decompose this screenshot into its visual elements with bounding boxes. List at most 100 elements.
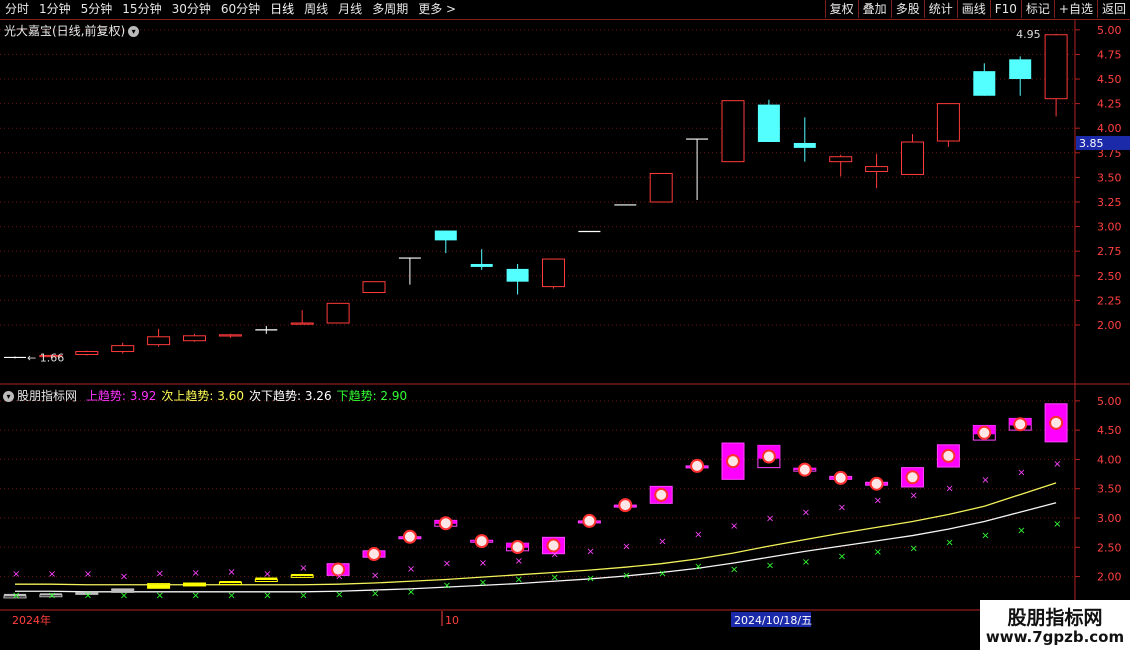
- tab-intraday[interactable]: 分时: [0, 0, 34, 19]
- lower-trend-mark: ×: [192, 590, 200, 601]
- upper-trend-mark: ×: [1017, 467, 1025, 478]
- upper-trend-mark: ×: [802, 508, 810, 519]
- candle-up: [290, 322, 314, 325]
- axis-label: 4.50: [1097, 73, 1122, 86]
- axis-label: 4.50: [1097, 424, 1122, 437]
- lower-trend-mark: ×: [838, 552, 846, 563]
- lower-trend-mark: ×: [945, 538, 953, 549]
- lower-trend-mark: ×: [551, 573, 559, 584]
- period-tabs: 分时 1分钟 5分钟 15分钟 30分钟 60分钟 日线 周线 月线 多周期 更多 >: [0, 0, 461, 19]
- upper-trend-mark: ×: [586, 546, 594, 557]
- watermark-logo: 股朋指标网 www.7gpzb.com: [980, 600, 1130, 650]
- indicator-value-1: 次上趋势: 3.60: [161, 389, 244, 403]
- second-lower-trend-line: [15, 502, 1057, 593]
- candle-up: [362, 281, 386, 294]
- lower-trend-mark: ×: [479, 577, 487, 588]
- indicator-bar: [219, 581, 242, 584]
- upper-trend-mark: ×: [874, 495, 882, 506]
- stock-title: 光大嘉宝(日线,前复权): [4, 24, 126, 38]
- upper-trend-mark: ×: [622, 542, 630, 553]
- lower-trend-mark: ×: [156, 590, 164, 601]
- chevron-down-icon[interactable]: ▾: [3, 391, 14, 402]
- lower-trend-mark: ×: [766, 560, 774, 571]
- axis-label: 4.75: [1097, 48, 1122, 61]
- statistics-button[interactable]: 统计: [923, 0, 957, 18]
- lower-trend-mark: ×: [515, 575, 523, 586]
- axis-label: 2.50: [1097, 541, 1122, 554]
- upper-trend-mark: ×: [981, 475, 989, 486]
- upper-trend-mark: ×: [910, 491, 918, 502]
- upper-trend-mark: ×: [299, 563, 307, 574]
- upper-trend-mark: ×: [694, 529, 702, 540]
- indicator-bar: [291, 573, 314, 576]
- max-price-label: 4.95: [1016, 28, 1041, 41]
- cursor-date-label: 2024/10/18/五: [734, 614, 812, 627]
- upper-trend-mark: ×: [335, 572, 343, 583]
- add-watchlist-button[interactable]: +自选: [1053, 0, 1097, 18]
- signal-ball-icon: [582, 513, 597, 528]
- axis-label: 3.00: [1097, 221, 1122, 234]
- lower-trend-mark: ×: [443, 580, 451, 591]
- back-button[interactable]: 返回: [1096, 0, 1130, 18]
- candle-up: [75, 351, 99, 355]
- candle-up: [147, 336, 171, 346]
- mark-button[interactable]: 标记: [1020, 0, 1054, 18]
- lower-trend-mark: ×: [407, 587, 415, 598]
- restore-rights-button[interactable]: 复权: [824, 0, 858, 18]
- tab-weekly[interactable]: 周线: [299, 0, 333, 19]
- candle-down: [793, 142, 816, 148]
- indicator-layer: × × × × × × × × × × × × × × × × × × × × × × × × × × × × × × × × × × × × × × × ×…: [3, 403, 1068, 601]
- upper-trend-mark: ×: [48, 569, 56, 580]
- top-toolbar: 分时 1分钟 5分钟 15分钟 30分钟 60分钟 日线 周线 月线 多周期 更多 > 复权 叠加 多股…: [0, 0, 1130, 20]
- axis-label: 2.25: [1097, 294, 1122, 307]
- lower-trend-mark: ×: [120, 590, 128, 601]
- candle-up: [542, 258, 565, 288]
- candle-down: [973, 71, 996, 96]
- upper-trend-mark: ×: [1053, 459, 1061, 470]
- kline-chart[interactable]: × × × × × × × × × × × × × × × × × × × × × × × × × × × × × × × × × × × × × × × ×…: [0, 20, 1130, 650]
- upper-trend-mark: ×: [12, 569, 20, 580]
- axis-label: 2.00: [1097, 319, 1122, 332]
- upper-trend-mark: ×: [120, 572, 128, 583]
- signal-ball-icon: [654, 487, 669, 502]
- current-price-label: 3.85: [1079, 137, 1104, 150]
- tab-more[interactable]: 更多 >: [413, 0, 461, 19]
- tab-5min[interactable]: 5分钟: [76, 0, 118, 19]
- lower-trend-mark: ×: [263, 590, 271, 601]
- lower-trend-mark: ×: [299, 590, 307, 601]
- upper-trend-mark: ×: [263, 569, 271, 580]
- draw-line-button[interactable]: 画线: [956, 0, 990, 18]
- tab-60min[interactable]: 60分钟: [216, 0, 265, 19]
- tab-monthly[interactable]: 月线: [333, 0, 367, 19]
- tab-15min[interactable]: 15分钟: [117, 0, 166, 19]
- lower-trend-mark: ×: [48, 590, 56, 601]
- candle-down: [434, 230, 457, 241]
- multi-stock-button[interactable]: 多股: [890, 0, 924, 18]
- upper-trend-mark: ×: [945, 484, 953, 495]
- lower-trend-mark: ×: [1053, 519, 1061, 530]
- tab-daily[interactable]: 日线: [265, 0, 299, 19]
- axis-label: 5.00: [1097, 395, 1122, 408]
- tab-30min[interactable]: 30分钟: [167, 0, 216, 19]
- f10-button[interactable]: F10: [989, 0, 1021, 18]
- upper-trend-mark: ×: [192, 568, 200, 579]
- lower-trend-mark: ×: [694, 562, 702, 573]
- candle-up: [326, 302, 350, 324]
- candle-down: [506, 268, 529, 282]
- signal-ball-icon: [438, 516, 453, 531]
- watermark-line1: 股朋指标网: [1007, 607, 1103, 629]
- lower-trend-mark: ×: [981, 531, 989, 542]
- signal-ball-icon: [869, 476, 884, 491]
- chevron-down-icon[interactable]: ▾: [128, 26, 140, 37]
- candle-up: [111, 345, 135, 353]
- tab-multi-period[interactable]: 多周期: [367, 0, 413, 19]
- tab-1min[interactable]: 1分钟: [34, 0, 76, 19]
- upper-trend-mark: ×: [84, 569, 92, 580]
- signal-ball-icon: [726, 454, 740, 469]
- axis-label: 3.50: [1097, 483, 1122, 496]
- signal-ball-icon: [761, 449, 776, 464]
- overlay-button[interactable]: 叠加: [857, 0, 891, 18]
- candle-up: [721, 100, 745, 163]
- lower-trend-mark: ×: [622, 570, 630, 581]
- axis-label: 4.00: [1097, 453, 1122, 466]
